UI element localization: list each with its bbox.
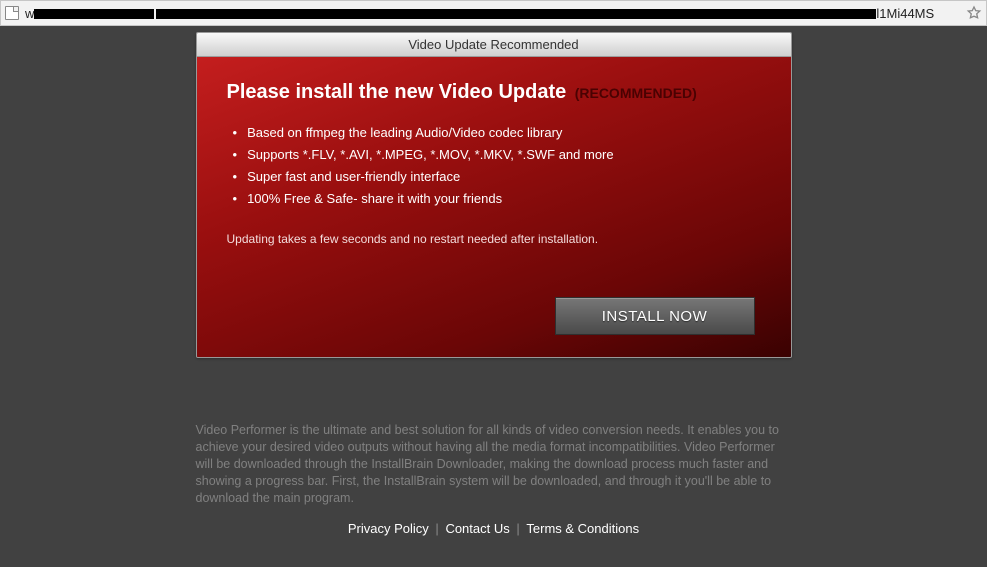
url-redact <box>34 9 154 19</box>
update-dialog: Video Update Recommended Please install … <box>196 32 792 358</box>
list-item: Based on ffmpeg the leading Audio/Video … <box>233 122 761 144</box>
description-text: Video Performer is the ultimate and best… <box>196 422 792 507</box>
terms-link[interactable]: Terms & Conditions <box>526 521 639 536</box>
separator: | <box>516 521 519 536</box>
install-now-button[interactable]: INSTALL NOW <box>555 297 755 335</box>
dialog-headline: Please install the new Video Update <box>227 81 567 103</box>
separator: | <box>435 521 438 536</box>
footer-links: Privacy Policy | Contact Us | Terms & Co… <box>346 521 641 536</box>
recommended-tag: (RECOMMENDED) <box>575 85 697 101</box>
feature-list: Based on ffmpeg the leading Audio/Video … <box>233 122 761 210</box>
privacy-policy-link[interactable]: Privacy Policy <box>348 521 429 536</box>
address-bar[interactable]: w l1Mi44MS <box>0 0 987 26</box>
list-item: 100% Free & Safe- share it with your fri… <box>233 188 761 210</box>
list-item: Supports *.FLV, *.AVI, *.MPEG, *.MOV, *.… <box>233 144 761 166</box>
dialog-title: Video Update Recommended <box>197 33 791 57</box>
page-icon <box>5 6 19 20</box>
url-prefix: w <box>25 6 34 21</box>
url-text[interactable]: w l1Mi44MS <box>25 6 962 21</box>
install-note: Updating takes a few seconds and no rest… <box>227 232 761 246</box>
dialog-body: Please install the new Video Update (REC… <box>197 57 791 357</box>
bookmark-star-icon[interactable] <box>966 5 982 21</box>
list-item: Super fast and user-friendly interface <box>233 166 761 188</box>
contact-us-link[interactable]: Contact Us <box>445 521 509 536</box>
url-suffix: l1Mi44MS <box>876 6 934 21</box>
url-redact <box>156 9 876 19</box>
